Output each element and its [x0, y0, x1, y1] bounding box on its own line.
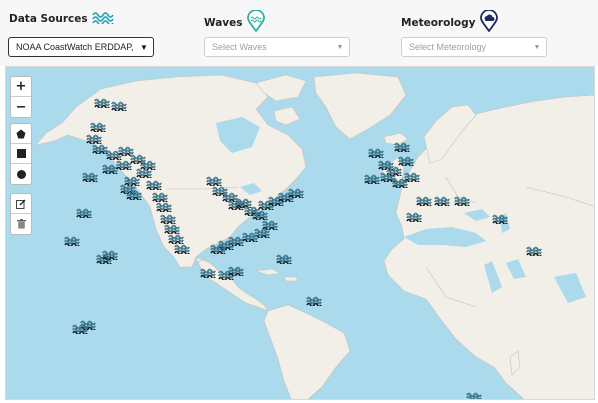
buoy-waves-icon[interactable]	[200, 267, 216, 278]
delete-layers-button[interactable]	[11, 214, 31, 234]
buoy-waves-icon[interactable]	[82, 171, 98, 182]
pentagon-icon	[16, 129, 26, 138]
map-canvas[interactable]: + −	[5, 66, 595, 400]
edit-icon	[16, 199, 26, 209]
draw-toolbar	[10, 123, 32, 185]
buoy-waves-icon[interactable]	[492, 213, 508, 224]
data-sources-value: NOAA CoastWatch ERDDAP, SE	[16, 42, 135, 52]
buoy-waves-icon[interactable]	[228, 265, 244, 276]
draw-polygon-button[interactable]	[11, 124, 31, 144]
edit-toolbar	[10, 193, 32, 235]
chevron-down-icon: ▼	[533, 43, 541, 51]
chevron-down-icon: ▼	[336, 43, 344, 51]
waves-icon	[91, 10, 114, 27]
waves-heading: Waves	[204, 9, 265, 35]
meteorology-select[interactable]: Select Meteorology ▼	[401, 37, 547, 57]
buoy-waves-icon[interactable]	[102, 249, 118, 260]
buoy-waves-icon[interactable]	[174, 243, 190, 254]
buoy-waves-icon[interactable]	[526, 245, 542, 256]
buoy-waves-icon[interactable]	[368, 147, 384, 158]
buoy-waves-icon[interactable]	[94, 97, 110, 108]
trash-icon	[16, 219, 26, 229]
buoy-waves-icon[interactable]	[454, 195, 470, 206]
buoy-waves-icon[interactable]	[416, 195, 432, 206]
buoy-waves-icon[interactable]	[210, 243, 226, 254]
square-icon	[16, 149, 26, 158]
waves-select[interactable]: Select Waves ▼	[204, 37, 350, 57]
circle-icon	[16, 169, 26, 179]
buoy-waves-icon[interactable]	[434, 195, 450, 206]
buoy-waves-icon[interactable]	[276, 253, 292, 264]
weather-pin-icon	[479, 9, 498, 35]
data-sources-label: Data Sources	[9, 12, 88, 25]
waves-label: Waves	[204, 16, 243, 29]
data-sources-heading: Data Sources	[9, 10, 114, 27]
buoy-waves-icon[interactable]	[306, 295, 322, 306]
buoy-waves-icon[interactable]	[398, 155, 414, 166]
zoom-out-button[interactable]: −	[11, 97, 31, 117]
buoy-waves-icon[interactable]	[116, 159, 132, 170]
wave-pin-icon	[246, 9, 265, 35]
edit-layers-button[interactable]	[11, 194, 31, 214]
buoy-waves-icon[interactable]	[394, 141, 410, 152]
filter-bar: Data Sources Waves Meteorology NOAA Coas…	[0, 0, 598, 66]
buoy-waves-icon[interactable]	[364, 173, 380, 184]
chevron-down-icon: ▼	[140, 42, 148, 52]
buoy-waves-icon[interactable]	[406, 211, 422, 222]
buoy-waves-icon[interactable]	[242, 231, 258, 242]
buoy-waves-icon[interactable]	[90, 121, 106, 132]
draw-rectangle-button[interactable]	[11, 144, 31, 164]
waves-placeholder: Select Waves	[212, 42, 267, 52]
buoy-waves-icon[interactable]	[76, 207, 92, 218]
buoy-waves-icon[interactable]	[146, 179, 162, 190]
buoy-waves-icon[interactable]	[72, 323, 88, 334]
buoy-waves-icon[interactable]	[111, 100, 127, 111]
buoy-waves-icon[interactable]	[126, 189, 142, 200]
zoom-control: + −	[10, 76, 32, 118]
zoom-in-button[interactable]: +	[11, 77, 31, 97]
basemap	[6, 67, 594, 399]
buoy-waves-icon[interactable]	[466, 391, 482, 399]
buoy-waves-icon[interactable]	[102, 163, 118, 174]
buoy-waves-icon[interactable]	[64, 235, 80, 246]
buoy-waves-icon[interactable]	[380, 171, 396, 182]
meteorology-heading: Meteorology	[401, 9, 498, 35]
buoy-waves-icon[interactable]	[288, 187, 304, 198]
meteorology-placeholder: Select Meteorology	[409, 42, 487, 52]
draw-circle-button[interactable]	[11, 164, 31, 184]
meteorology-label: Meteorology	[401, 16, 476, 29]
buoy-waves-icon[interactable]	[156, 201, 172, 212]
data-sources-select[interactable]: NOAA CoastWatch ERDDAP, SE ▼	[8, 37, 154, 57]
